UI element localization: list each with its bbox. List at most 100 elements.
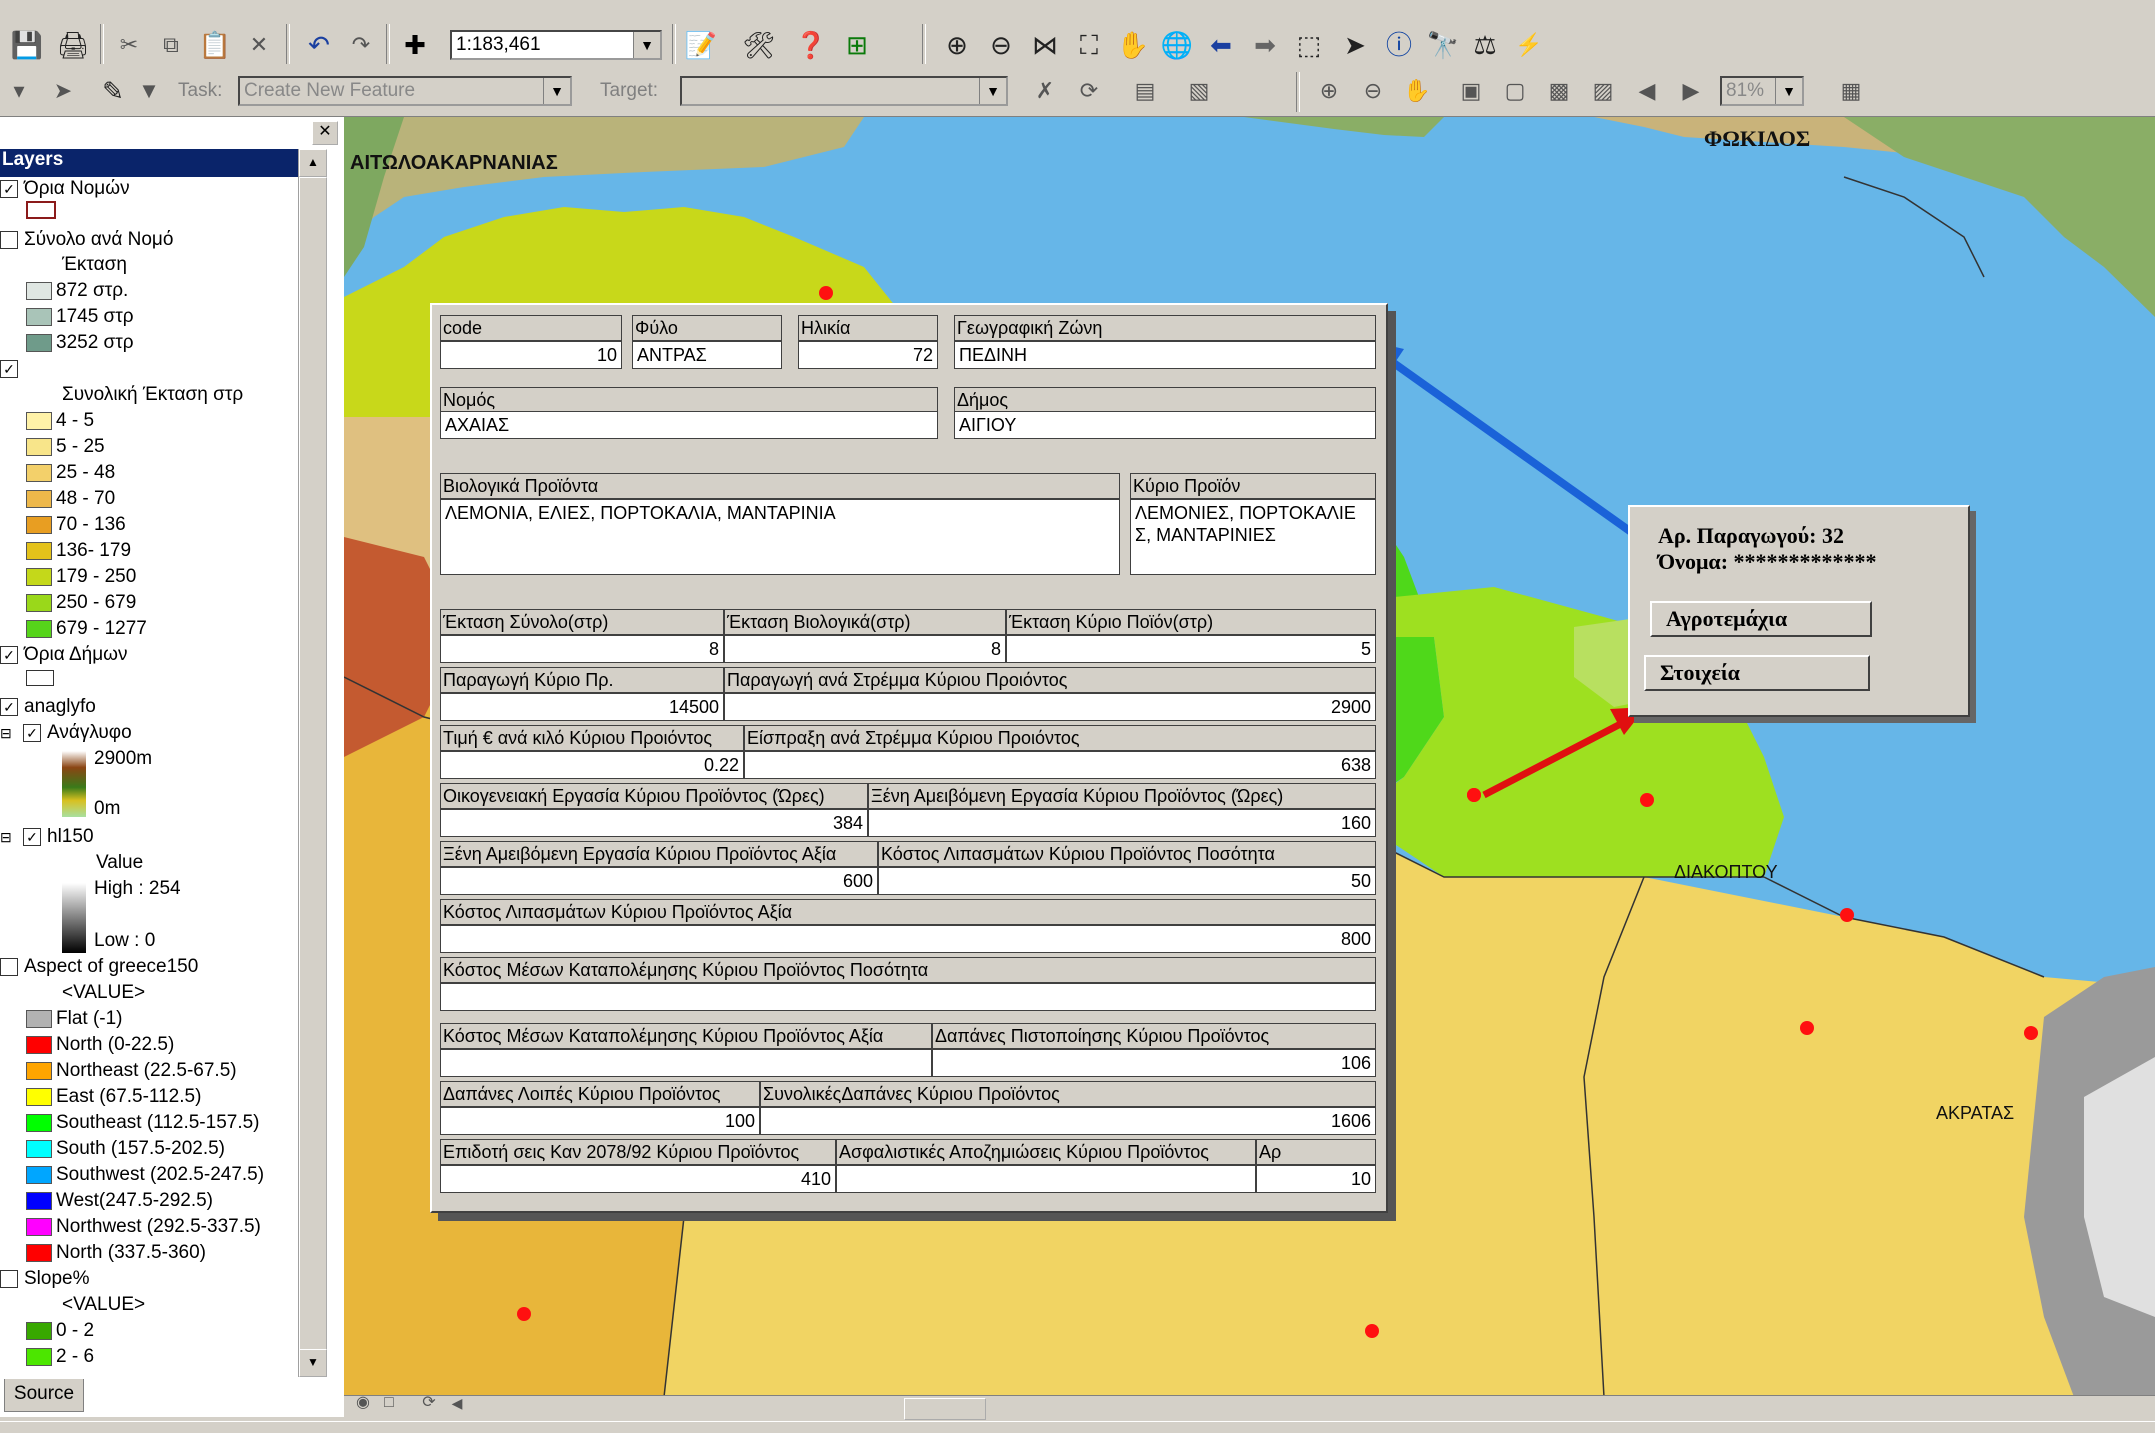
layer-checkbox[interactable] bbox=[0, 957, 18, 976]
measure-icon[interactable]: ⚖ bbox=[1466, 26, 1504, 64]
toc-layer-oria-dimon[interactable]: ✓ Όρια Δήμων bbox=[0, 643, 128, 667]
agrotemaxia-button[interactable]: Αγροτεμάχια bbox=[1650, 601, 1872, 637]
producer-point[interactable] bbox=[2024, 1026, 2038, 1040]
cut-icon[interactable]: ✂ bbox=[110, 26, 148, 64]
scroll-up-icon[interactable]: ▲ bbox=[299, 149, 327, 177]
paste-icon[interactable]: 📋 bbox=[196, 26, 234, 64]
toc-layer-oria-nomon[interactable]: ✓ Όρια Νομών bbox=[0, 177, 130, 201]
xeni-axia-field[interactable]: 600 bbox=[440, 867, 878, 895]
code-field[interactable]: 10 bbox=[440, 341, 622, 369]
oikog-field[interactable]: 384 bbox=[440, 809, 868, 837]
pistop-field[interactable]: 106 bbox=[932, 1049, 1376, 1077]
ar-field[interactable]: 10 bbox=[1256, 1165, 1376, 1193]
collapse-icon[interactable]: ⊟ bbox=[0, 829, 12, 845]
save-icon[interactable]: 💾 bbox=[8, 26, 46, 64]
nomos-field[interactable]: ΑΧΑΙΑΣ bbox=[440, 411, 938, 439]
producer-point[interactable] bbox=[1467, 788, 1481, 802]
producer-point[interactable] bbox=[1800, 1021, 1814, 1035]
pan-hand-icon[interactable]: ✋ bbox=[1114, 26, 1152, 64]
paragogi-field[interactable]: 14500 bbox=[440, 693, 724, 721]
whats-this-icon[interactable]: ❓ bbox=[792, 26, 830, 64]
go-back-extent-icon[interactable]: ◀ bbox=[1628, 72, 1666, 110]
delete-icon[interactable]: ✕ bbox=[240, 26, 278, 64]
fyto-pos-field[interactable] bbox=[440, 983, 1376, 1011]
lipasm-axia-field[interactable]: 800 bbox=[440, 925, 1376, 953]
toc-scrollbar[interactable]: ▲ ▼ bbox=[298, 149, 327, 1377]
producer-point[interactable] bbox=[819, 286, 833, 300]
layer-checkbox[interactable]: ✓ bbox=[0, 697, 18, 716]
layer-checkbox[interactable] bbox=[0, 230, 18, 249]
layer-checkbox[interactable]: ✓ bbox=[0, 359, 18, 378]
redo-icon[interactable]: ↷ bbox=[342, 26, 380, 64]
zoom-to-100-icon[interactable]: ▢ bbox=[1496, 72, 1534, 110]
timi-field[interactable]: 0.22 bbox=[440, 751, 744, 779]
close-icon[interactable]: ✕ bbox=[312, 121, 338, 145]
kyrio-field[interactable]: ΛΕΜΟΝΙΕΣ, ΠΟΡΤΟΚΑΛΙΕ Σ, ΜΑΝΤΑΡΙΝΙΕΣ bbox=[1130, 499, 1376, 575]
toggle-draft-mode-icon[interactable]: ▦ bbox=[1832, 72, 1870, 110]
zoom-whole-page-icon[interactable]: ▣ bbox=[1452, 72, 1490, 110]
sketch-tool-pencil-icon[interactable]: ✎ bbox=[94, 72, 132, 110]
toc-layer-aspect[interactable]: Aspect of greece150 bbox=[0, 955, 198, 979]
copy-icon[interactable]: ⧉ bbox=[152, 26, 190, 64]
undo-icon[interactable]: ↶ bbox=[300, 26, 338, 64]
scroll-left-icon[interactable]: ◀ bbox=[444, 1390, 470, 1416]
fylo-field[interactable]: ΑΝΤΡΑΣ bbox=[632, 341, 782, 369]
back-arrow-icon[interactable]: ⬅ bbox=[1202, 26, 1240, 64]
scroll-thumb[interactable] bbox=[299, 177, 327, 1359]
data-view-icon[interactable]: ◉ bbox=[350, 1390, 376, 1416]
add-data-icon[interactable]: ✚ bbox=[396, 26, 434, 64]
layout-zoom-out-icon[interactable]: ⊖ bbox=[1354, 72, 1392, 110]
toc-layer-synolo[interactable]: Σύνολο ανά Νομό bbox=[0, 228, 173, 252]
sketch-chevron-down-icon[interactable]: ▼ bbox=[130, 72, 168, 110]
layout-pan-icon[interactable]: ✋ bbox=[1398, 72, 1436, 110]
zoom-out-icon[interactable]: ⊖ bbox=[982, 26, 1020, 64]
fixed-zoom-out-icon[interactable]: ⛶ bbox=[1070, 26, 1108, 64]
toc-layer-anaglyfo[interactable]: ✓ anaglyfo bbox=[0, 695, 96, 719]
zoom-in-icon[interactable]: ⊕ bbox=[938, 26, 976, 64]
producer-point[interactable] bbox=[1840, 908, 1854, 922]
map-scale-combo[interactable]: 1:183,461 ▼ bbox=[450, 30, 662, 60]
chevron-down-icon[interactable]: ▼ bbox=[633, 32, 660, 58]
fyto-axia-field[interactable] bbox=[440, 1049, 932, 1077]
go-forward-extent-icon[interactable]: ▶ bbox=[1672, 72, 1710, 110]
split-tool-icon[interactable]: ✗ bbox=[1026, 72, 1064, 110]
toc-layer-unnamed[interactable]: ✓ bbox=[0, 357, 24, 381]
chevron-down-icon[interactable]: ▼ bbox=[1775, 78, 1802, 104]
collapse-icon[interactable]: ⊟ bbox=[0, 725, 12, 741]
ekt-synolo-field[interactable]: 8 bbox=[440, 635, 724, 663]
arctoolbox-icon[interactable]: 🛠 bbox=[740, 26, 778, 64]
layout-zoom-combo[interactable]: 81% ▼ bbox=[1720, 76, 1804, 106]
synolikes-field[interactable]: 1606 bbox=[760, 1107, 1376, 1135]
refresh-icon[interactable]: ⟳ bbox=[416, 1390, 442, 1416]
fixed-zoom-in-icon[interactable]: ⋈ bbox=[1026, 26, 1064, 64]
chevron-down-icon[interactable]: ▼ bbox=[543, 78, 570, 104]
ekt-kyrio-field[interactable]: 5 bbox=[1006, 635, 1376, 663]
paragogi-strema-field[interactable]: 2900 bbox=[724, 693, 1376, 721]
layer-checkbox[interactable]: ✓ bbox=[23, 827, 42, 846]
source-tab[interactable]: Source bbox=[4, 1379, 84, 1412]
fixed-zoom-in-layout-icon[interactable]: ▩ bbox=[1540, 72, 1578, 110]
loipes-field[interactable]: 100 bbox=[440, 1107, 760, 1135]
edit-tool-icon[interactable]: ➤ bbox=[44, 72, 82, 110]
toc-layer-hl150[interactable]: ⊟ ✓ hl150 bbox=[0, 825, 94, 849]
producer-point[interactable] bbox=[1365, 1324, 1379, 1338]
layout-zoom-in-icon[interactable]: ⊕ bbox=[1310, 72, 1348, 110]
toc-layer-slope[interactable]: Slope% bbox=[0, 1267, 90, 1291]
epidotisi-field[interactable]: 410 bbox=[440, 1165, 836, 1193]
editor-menu-chevron-icon[interactable]: ▾ bbox=[0, 72, 38, 110]
target-combo[interactable]: ▼ bbox=[680, 76, 1008, 106]
ilikia-field[interactable]: 72 bbox=[798, 341, 938, 369]
layout-view-icon[interactable]: □ bbox=[376, 1390, 402, 1416]
xeni-ores-field[interactable]: 160 bbox=[868, 809, 1376, 837]
asfal-field[interactable] bbox=[836, 1165, 1256, 1193]
editor-toolbar-icon[interactable]: 📝 bbox=[682, 26, 720, 64]
producer-point[interactable] bbox=[1640, 793, 1654, 807]
layer-checkbox[interactable]: ✓ bbox=[23, 723, 42, 742]
layer-checkbox[interactable]: ✓ bbox=[0, 179, 18, 198]
eispraxi-field[interactable]: 638 bbox=[744, 751, 1376, 779]
toc-layer-anaglyfo-raster[interactable]: ⊟ ✓ Ανάγλυφο bbox=[0, 721, 132, 745]
zoni-field[interactable]: ΠΕΔΙΝΗ bbox=[954, 341, 1376, 369]
select-elements-pointer-icon[interactable]: ➤ bbox=[1336, 26, 1374, 64]
stoixeia-button[interactable]: Στοιχεία bbox=[1644, 655, 1870, 691]
chevron-down-icon[interactable]: ▼ bbox=[979, 78, 1006, 104]
